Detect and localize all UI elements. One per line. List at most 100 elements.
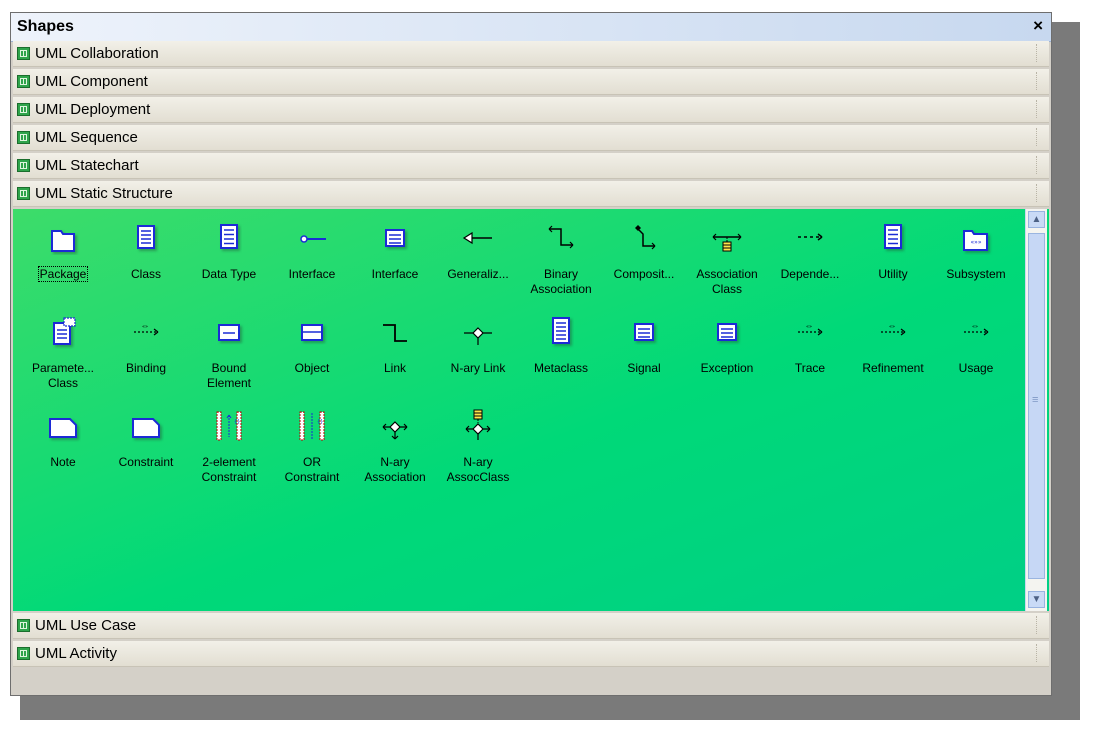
association-class-icon — [712, 233, 742, 252]
shape-item[interactable]: «»» Subsystem — [936, 221, 1016, 301]
nary-assoc-class-icon — [465, 409, 491, 440]
shape-item[interactable]: Depende... — [770, 221, 850, 301]
shape-label-text: N-ary Association — [364, 455, 426, 484]
shape-label-text: Paramete... Class — [31, 361, 95, 390]
stencil-label: UML Deployment — [35, 101, 151, 118]
binary-association-icon — [548, 225, 574, 249]
shape-label-text: Signal — [627, 361, 661, 375]
parameterized-class-icon — [53, 317, 76, 345]
link-icon — [383, 324, 407, 342]
shape-item[interactable]: Data Type — [189, 221, 269, 301]
shape-label: OR Constraint — [272, 455, 352, 485]
stencil-expand-icon — [17, 103, 30, 116]
shape-label: N-ary AssocClass — [438, 455, 518, 485]
shape-item[interactable]: Note — [23, 409, 103, 489]
shape-label: Association Class — [687, 267, 767, 297]
shape-item[interactable]: Package — [23, 221, 103, 301]
shape-item[interactable]: Exception — [687, 315, 767, 395]
svg-text:«»: «» — [142, 324, 148, 330]
shape-item[interactable]: Link — [355, 315, 435, 395]
stencil-header[interactable]: UML Deployment — [13, 97, 1049, 123]
shape-label-text: Refinement — [862, 361, 924, 375]
stencil-label: UML Collaboration — [35, 45, 159, 62]
svg-text:{}: {} — [317, 419, 323, 425]
shape-label-text: N-ary AssocClass — [446, 455, 510, 484]
shape-item[interactable]: Generaliz... — [438, 221, 518, 301]
stencil-label: UML Statechart — [35, 157, 139, 174]
shape-label: Link — [355, 361, 435, 376]
shape-item[interactable]: Class — [106, 221, 186, 301]
shape-item[interactable]: Bound Element — [189, 315, 269, 395]
stencil-grip — [1036, 616, 1039, 634]
shape-label: N-ary Association — [355, 455, 435, 485]
shape-label: Exception — [687, 361, 767, 376]
shape-label-text: Note — [50, 455, 76, 469]
stencil-header[interactable]: UML Collaboration — [13, 41, 1049, 67]
shape-label-text: Interface — [371, 267, 419, 281]
data-type-icon — [220, 224, 238, 249]
class-icon — [137, 225, 155, 249]
close-icon[interactable]: × — [1033, 16, 1043, 36]
metaclass-icon — [552, 317, 570, 344]
shape-label-text: Link — [383, 361, 406, 375]
shape-label: Usage — [936, 361, 1016, 376]
shape-item[interactable]: Composit... — [604, 221, 684, 301]
svg-text:«»: «» — [889, 324, 895, 330]
svg-text:«»: «» — [972, 324, 978, 330]
shape-item[interactable]: Object — [272, 315, 352, 395]
stencil-header[interactable]: UML Statechart — [13, 153, 1049, 179]
shape-label: Generaliz... — [438, 267, 518, 282]
shape-item[interactable]: {} OR Constraint — [272, 409, 352, 489]
stencil-header[interactable]: UML Use Case — [13, 613, 1049, 639]
shape-item[interactable]: {} 2-element Constraint — [189, 409, 269, 489]
shape-item[interactable]: Constraint — [106, 409, 186, 489]
shape-item[interactable]: Interface — [272, 221, 352, 301]
stencil-expand-icon — [17, 187, 30, 200]
stencil-header[interactable]: UML Component — [13, 69, 1049, 95]
vertical-scrollbar[interactable]: ▲ ▼ — [1025, 209, 1047, 611]
shape-label-text: 2-element Constraint — [201, 455, 257, 484]
or-constraint-icon: {} — [299, 411, 325, 441]
constraint-icon — [132, 418, 160, 438]
shape-item[interactable]: «» Refinement — [853, 315, 933, 395]
shape-label: Binary Association — [521, 267, 601, 297]
shape-label: 2-element Constraint — [189, 455, 269, 485]
shape-item[interactable]: N-ary Association — [355, 409, 435, 489]
shape-item[interactable]: N-ary Link — [438, 315, 518, 395]
shape-label: Subsystem — [936, 267, 1016, 282]
stencil-label: UML Static Structure — [35, 185, 173, 202]
scroll-down-icon[interactable]: ▼ — [1028, 591, 1045, 608]
stencil-header[interactable]: UML Activity — [13, 641, 1049, 667]
shape-label-text: Metaclass — [533, 361, 589, 375]
shape-item[interactable]: Utility — [853, 221, 933, 301]
stencil-grip — [1036, 644, 1039, 662]
shape-label-text: Constraint — [118, 455, 174, 469]
shape-label: Paramete... Class — [23, 361, 103, 391]
shape-label: Interface — [272, 267, 352, 282]
shape-item[interactable]: «» Trace — [770, 315, 850, 395]
shape-item[interactable]: Signal — [604, 315, 684, 395]
stencil-expand-icon — [17, 131, 30, 144]
shape-item[interactable]: Metaclass — [521, 315, 601, 395]
shape-label: Constraint — [106, 455, 186, 470]
shape-label: Package — [23, 266, 103, 282]
shape-item[interactable]: Association Class — [687, 221, 767, 301]
shape-item[interactable]: «» Usage — [936, 315, 1016, 395]
shape-item[interactable]: Paramete... Class — [23, 315, 103, 395]
shape-item[interactable]: Binary Association — [521, 221, 601, 301]
scroll-thumb[interactable] — [1028, 233, 1045, 579]
trace-icon: «» — [798, 324, 823, 336]
stencil-header[interactable]: UML Sequence — [13, 125, 1049, 151]
shape-item[interactable]: Interface — [355, 221, 435, 301]
shape-label-text: Exception — [700, 361, 754, 375]
stencil-grip — [1036, 156, 1039, 174]
shape-label-text: Bound Element — [206, 361, 252, 390]
shape-label-text: Association Class — [696, 267, 758, 296]
shape-label-text: Depende... — [780, 267, 840, 281]
shape-item[interactable]: «» Binding — [106, 315, 186, 395]
scroll-up-icon[interactable]: ▲ — [1028, 211, 1045, 228]
shape-item[interactable]: N-ary AssocClass — [438, 409, 518, 489]
stencil-label: UML Component — [35, 73, 148, 90]
stencil-header[interactable]: UML Static Structure — [13, 181, 1049, 207]
subsystem-icon: «»» — [963, 230, 988, 251]
